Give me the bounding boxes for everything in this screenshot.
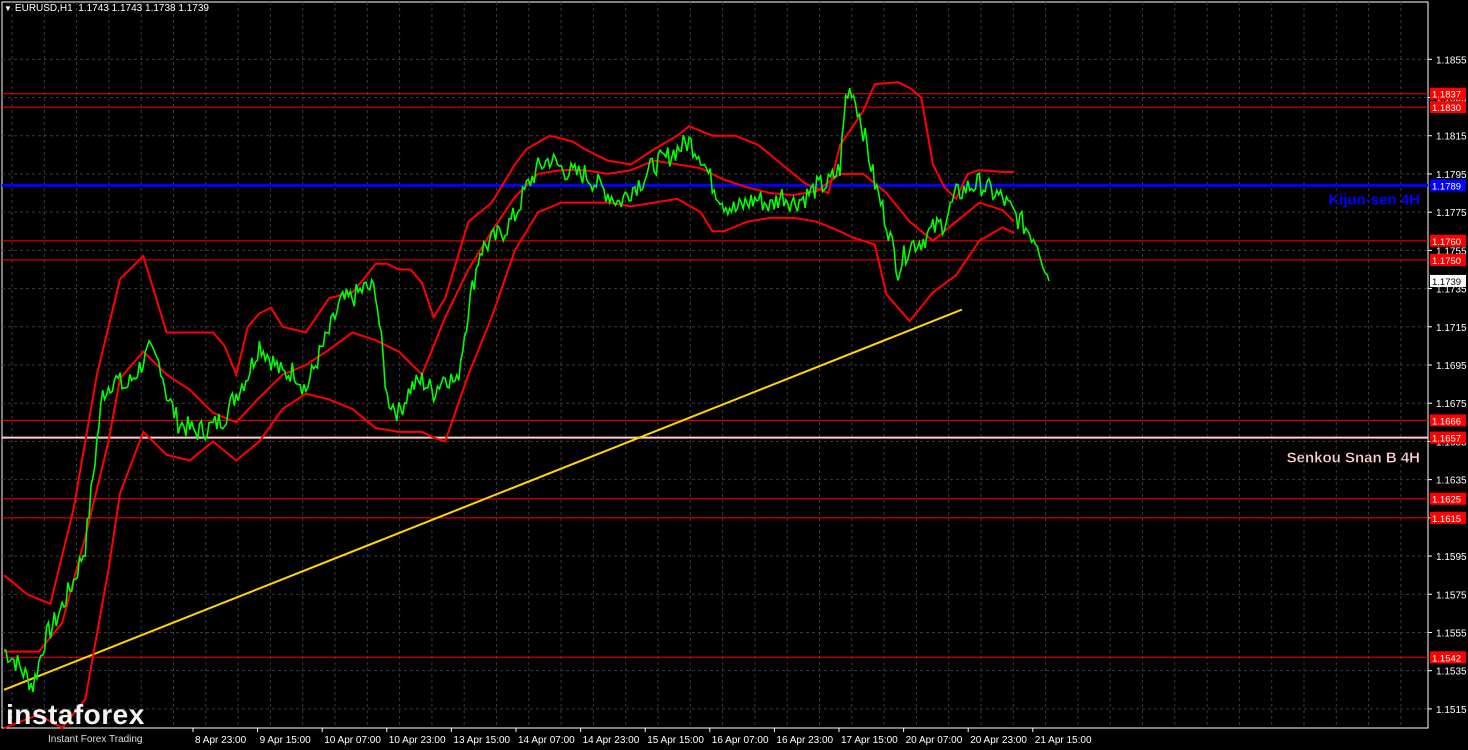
x-tick-label: 8 Apr 23:00 xyxy=(195,735,247,746)
level-price-label: 1.1760 xyxy=(1432,237,1461,248)
x-tick-label: 9 Apr 15:00 xyxy=(260,735,312,746)
x-tick-label: 10 Apr 07:00 xyxy=(324,735,381,746)
y-tick-label: 1.1555 xyxy=(1436,628,1467,639)
y-tick-label: 1.1675 xyxy=(1436,399,1467,410)
price-chart[interactable]: 1.18551.18351.18151.17951.17751.17551.17… xyxy=(0,0,1468,750)
y-tick-label: 1.1515 xyxy=(1436,705,1467,716)
senkou-label: Senkou Snan B 4H xyxy=(1287,450,1420,467)
x-tick-label: 14 Apr 07:00 xyxy=(518,735,575,746)
x-tick-label: 13 Apr 15:00 xyxy=(453,735,510,746)
current-price-label: 1.1739 xyxy=(1432,277,1461,288)
x-tick-label: 14 Apr 23:00 xyxy=(583,735,640,746)
x-tick-label: 17 Apr 15:00 xyxy=(841,735,898,746)
x-tick-label: 20 Apr 07:00 xyxy=(906,735,963,746)
logo-tagline: Instant Forex Trading xyxy=(48,734,143,745)
chart-header: ▼ EURUSD,H1 1.1743 1.1743 1.1738 1.1739 xyxy=(4,3,209,14)
y-tick-label: 1.1715 xyxy=(1436,323,1467,334)
price-candles xyxy=(3,88,1050,693)
level-price-label: 1.1666 xyxy=(1432,416,1461,427)
x-tick-label: 16 Apr 07:00 xyxy=(712,735,769,746)
level-price-label: 1.1615 xyxy=(1432,514,1461,525)
x-tick-label: 10 Apr 23:00 xyxy=(389,735,446,746)
y-tick-label: 1.1855 xyxy=(1436,55,1467,66)
ohlc-values: 1.1743 1.1743 1.1738 1.1739 xyxy=(78,3,209,14)
y-tick-label: 1.1575 xyxy=(1436,590,1467,601)
logo-name: instaforex xyxy=(6,699,145,730)
y-tick-label: 1.1695 xyxy=(1436,361,1467,372)
kijun-price-label: 1.1789 xyxy=(1432,181,1461,192)
level-price-label: 1.1750 xyxy=(1432,256,1461,267)
y-tick-label: 1.1535 xyxy=(1436,667,1467,678)
level-price-label: 1.1830 xyxy=(1432,103,1461,114)
level-price-label: 1.1837 xyxy=(1432,90,1461,101)
senkou-price-label: 1.1657 xyxy=(1432,434,1461,445)
y-tick-label: 1.1775 xyxy=(1436,208,1467,219)
y-tick-label: 1.1795 xyxy=(1436,170,1467,181)
bollinger-band-upper xyxy=(3,81,1015,606)
y-tick-label: 1.1635 xyxy=(1436,476,1467,487)
level-price-label: 1.1625 xyxy=(1432,495,1461,506)
dropdown-triangle-icon[interactable]: ▼ xyxy=(4,4,12,13)
bollinger-band-middle xyxy=(4,159,1015,653)
kijun-label: Kijun-sen 4H xyxy=(1328,191,1420,208)
x-tick-label: 16 Apr 23:00 xyxy=(776,735,833,746)
bollinger-band-lower xyxy=(3,197,1015,730)
y-tick-label: 1.1595 xyxy=(1436,552,1467,563)
level-price-label: 1.1542 xyxy=(1432,653,1461,664)
x-tick-label: 21 Apr 15:00 xyxy=(1035,735,1092,746)
symbol-timeframe: EURUSD,H1 xyxy=(14,3,73,14)
instaforex-logo: instaforex Instant Forex Trading xyxy=(6,699,145,746)
x-tick-label: 20 Apr 23:00 xyxy=(970,735,1027,746)
y-tick-label: 1.1815 xyxy=(1436,132,1467,143)
x-tick-label: 15 Apr 15:00 xyxy=(647,735,704,746)
